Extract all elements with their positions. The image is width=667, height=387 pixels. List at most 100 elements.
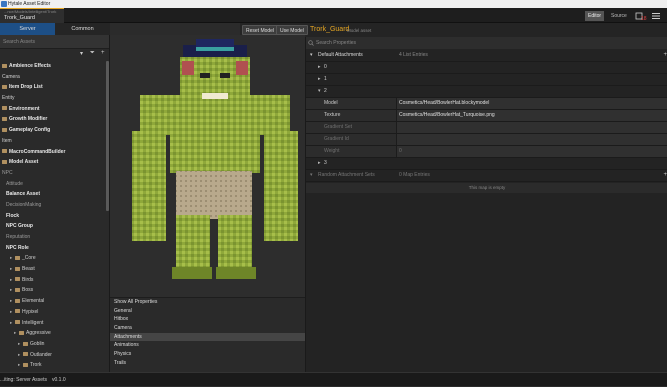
list-entry-3[interactable]: ▸ 3 [306, 158, 667, 170]
tree-item[interactable]: ▸ Boss [0, 285, 106, 296]
property-label: Gradient Set [324, 124, 353, 130]
tab-server[interactable]: Server [0, 23, 55, 35]
folder-icon [15, 288, 20, 293]
tree-item-label: Birds [22, 276, 34, 283]
property-category-item[interactable]: Hitbox [110, 315, 305, 324]
folder-icon [15, 309, 20, 314]
add-icon[interactable]: + [101, 50, 105, 56]
tree-item[interactable]: Item [0, 136, 106, 147]
tree-item[interactable]: Ambience Effects [0, 61, 106, 72]
asset-search-input[interactable]: Search Assets [0, 35, 109, 49]
folder-icon [15, 256, 20, 261]
list-entry-2[interactable]: ▾ 2 [306, 86, 667, 98]
asset-editor-window: Hytale Asset Editor ...nce/Models/Intell… [0, 0, 667, 386]
tree-item[interactable]: Growth Modifier [0, 114, 106, 125]
collapse-icon[interactable]: ▾ [80, 50, 83, 57]
tree-item[interactable]: Camera [0, 72, 106, 83]
tree-item[interactable]: NPC [0, 168, 106, 179]
property-label: Gradient Id [324, 136, 349, 142]
list-entry-1[interactable]: ▸ 1 [306, 74, 667, 86]
tree-item[interactable]: Gameplay Config [0, 125, 106, 136]
property-label: Weight [324, 148, 340, 154]
chevron-down-icon: ▾ [310, 172, 313, 178]
list-entry-label: 3 [324, 160, 327, 166]
list-entry-label: 1 [324, 76, 327, 82]
tree-item-label: _Core [22, 255, 36, 262]
use-model-button[interactable]: Use Model [276, 25, 308, 35]
asset-tab-name: Trork_Guard [4, 15, 35, 21]
property-category-item[interactable]: General [110, 307, 305, 316]
property-search-input[interactable]: Search Properties [306, 37, 667, 49]
tree-item-label: MacroCommandBuilder [9, 148, 66, 155]
default-attachments-label: Default Attachments [318, 52, 363, 58]
weight-value-field[interactable] [396, 146, 667, 157]
tree-item[interactable]: ▸ Birds [0, 275, 106, 286]
property-category-menu: Show All Properties General Hitbox Camera At… [110, 297, 305, 372]
asset-tab-trork-guard[interactable]: ...nce/Models/Intelligent/Trork Trork_Gu… [0, 8, 64, 23]
tree-item[interactable]: ▸ Outlander [0, 350, 106, 361]
tree-item-label: Model Asset [9, 159, 39, 166]
folder-icon [2, 159, 7, 164]
tree-item[interactable]: Entity [0, 93, 106, 104]
tree-item[interactable]: Model Asset [0, 157, 106, 168]
tree-item[interactable]: Environment [0, 104, 106, 115]
add-entry-icon[interactable]: + [663, 170, 667, 182]
app-version: v0.1.0 [52, 377, 66, 383]
property-value: 0 [399, 148, 402, 154]
property-category-item[interactable]: Trails [110, 359, 305, 368]
notification-icon[interactable]: 18 [635, 11, 647, 21]
list-entry-0[interactable]: ▸ 0 [306, 62, 667, 74]
tree-item[interactable]: ▸ Intelligent [0, 318, 106, 329]
tree-item[interactable]: MacroCommandBuilder [0, 147, 106, 158]
tree-item[interactable]: ▸ Elemental [0, 296, 106, 307]
tree-item[interactable]: Flock [0, 211, 106, 222]
tab-common[interactable]: Common [55, 23, 110, 35]
trork-guard-model-preview [132, 39, 298, 279]
tree-item[interactable]: Balance Asset [0, 189, 106, 200]
tree-item[interactable]: NPC Group [0, 221, 106, 232]
reset-model-button[interactable]: Reset Model [242, 25, 279, 35]
tree-item-label: DecisionMaking [6, 201, 42, 208]
tree-item[interactable]: ▸ _Core [0, 253, 106, 264]
tree-item-label: Intelligent [22, 319, 44, 326]
property-category-item[interactable]: Show All Properties [110, 298, 305, 307]
property-category-item[interactable]: Animations [110, 341, 305, 350]
property-gradient-id: Gradient Id [306, 134, 667, 146]
property-texture: Texture Cosmetics/Head/BowlerHat_Turquoi… [306, 110, 667, 122]
tree-item-label: NPC Group [6, 223, 33, 230]
tree-item[interactable]: ▸ Goblin [0, 339, 106, 350]
tree-item[interactable]: DecisionMaking [0, 200, 106, 211]
property-category-item[interactable]: Physics [110, 350, 305, 359]
tree-item-label: Attitude [6, 180, 23, 187]
model-viewport[interactable] [110, 35, 305, 297]
random-attachment-sets-row[interactable]: ▾ Random Attachment Sets 0 Map Entries + [306, 170, 667, 182]
sidebar-scrollbar[interactable] [106, 61, 109, 211]
property-category-item[interactable]: Camera [110, 324, 305, 333]
tree-item[interactable]: ▸ Aggressive [0, 328, 106, 339]
menu-icon[interactable] [651, 12, 661, 20]
filter-icon[interactable]: ⏷ [90, 50, 95, 57]
tree-item[interactable]: ▸ Hypixel [0, 307, 106, 318]
tree-item-label: Flock [6, 212, 20, 219]
tree-item[interactable]: NPC Role [0, 243, 106, 254]
folder-icon [2, 127, 7, 132]
source-view-button[interactable]: Source [608, 11, 630, 21]
folder-icon [2, 149, 7, 154]
property-category-item[interactable]: Attachments [110, 332, 305, 342]
tree-item[interactable]: ▸ Beast [0, 264, 106, 275]
gradient-id-value-field[interactable] [396, 134, 667, 145]
folder-icon [2, 106, 7, 111]
default-attachments-row[interactable]: ▾ Default Attachments 4 List Entries + [306, 50, 667, 62]
tree-item[interactable]: Attitude [0, 179, 106, 190]
add-entry-icon[interactable]: + [663, 50, 667, 62]
editor-view-button[interactable]: Editor [585, 11, 605, 21]
tree-item[interactable]: Reputation [0, 232, 106, 243]
gradient-set-value-field[interactable] [396, 122, 667, 133]
tree-item[interactable]: Item Drop List [0, 82, 106, 93]
random-attachments-label: Random Attachment Sets [318, 172, 375, 178]
folder-icon [15, 320, 20, 325]
asset-tab-strip: ...nce/Models/Intelligent/Trork Trork_Gu… [0, 8, 667, 23]
chevron-down-icon: ▾ [318, 88, 321, 94]
tree-item[interactable]: ▸ Trork [0, 360, 106, 371]
app-icon [1, 1, 7, 7]
